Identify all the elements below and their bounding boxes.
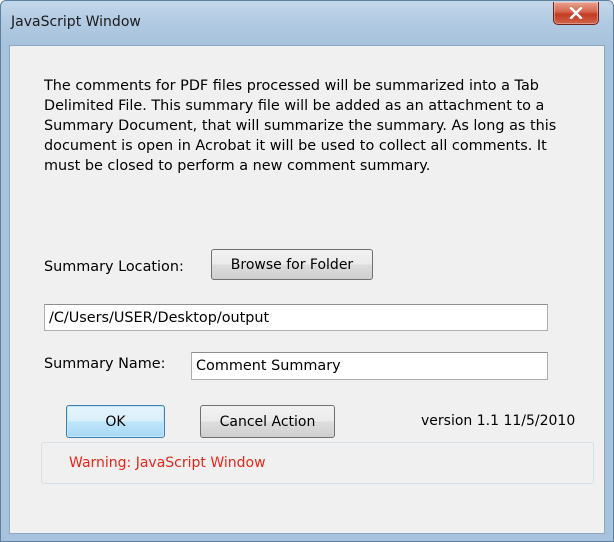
close-icon: [569, 7, 583, 19]
javascript-dialog-window: JavaScript Window The comments for PDF f…: [0, 0, 614, 542]
title-bar[interactable]: JavaScript Window: [1, 1, 613, 45]
warning-panel: Warning: JavaScript Window: [41, 442, 594, 484]
summary-name-label: Summary Name:: [44, 356, 166, 372]
close-button[interactable]: [553, 2, 599, 25]
cancel-action-button[interactable]: Cancel Action: [200, 405, 335, 438]
warning-message: Warning: JavaScript Window: [69, 455, 266, 471]
description-text: The comments for PDF files processed wil…: [44, 78, 557, 174]
ok-button[interactable]: OK: [66, 405, 165, 438]
version-text: version 1.1 11/5/2010: [421, 413, 576, 429]
window-title: JavaScript Window: [11, 14, 141, 30]
summary-location-path-field[interactable]: [44, 304, 548, 331]
summary-name-field[interactable]: [191, 352, 548, 380]
browse-for-folder-button[interactable]: Browse for Folder: [211, 249, 373, 280]
summary-location-label: Summary Location:: [44, 259, 184, 275]
